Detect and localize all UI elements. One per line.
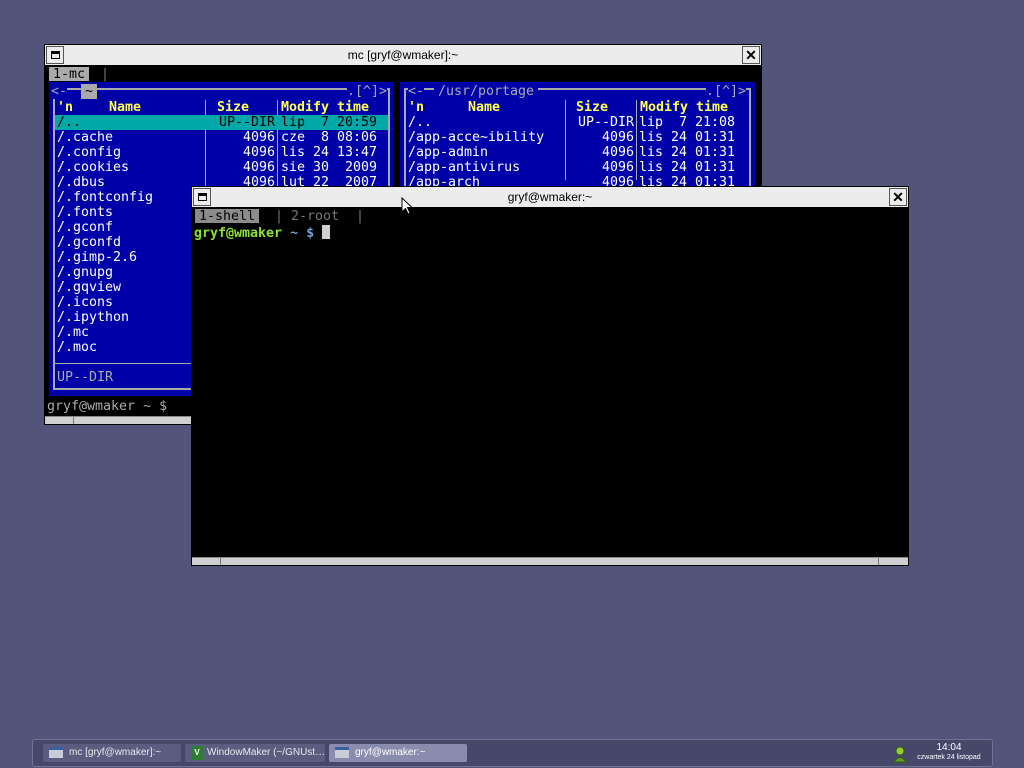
right-panel-path[interactable]: /usr/portage <box>434 84 539 99</box>
task-label: WindowMaker (~/GNUst… <box>207 747 325 758</box>
resize-grip[interactable] <box>878 558 879 565</box>
right-panel-menu[interactable]: .[^]> <box>706 84 747 99</box>
shell-titlebar[interactable]: gryf@wmaker:~ ✕ <box>192 187 908 208</box>
file-time: sie 30 2009 <box>281 160 378 175</box>
mc-command-prompt[interactable]: gryf@wmaker ~ $ <box>47 399 167 414</box>
file-time: lis 24 01:31 <box>639 145 736 160</box>
left-panel-corner: <- <box>51 84 68 99</box>
file-name: /.ipython <box>57 310 130 325</box>
file-size: 4096 <box>242 130 275 145</box>
file-name: /app-admin <box>408 145 489 160</box>
vim-icon: V <box>191 746 203 760</box>
file-name: /.cache <box>57 130 114 145</box>
tab-1-mc[interactable]: 1-mc <box>49 67 90 82</box>
prompt-symbol: $ <box>306 226 315 241</box>
file-size: UP--DIR <box>577 115 634 130</box>
mc-minimize-button[interactable] <box>46 46 64 64</box>
file-name: /.gimp-2.6 <box>57 250 138 265</box>
col-sort-indicator[interactable]: 'n <box>408 100 424 115</box>
right-panel-corner: <- <box>408 84 425 99</box>
clock-time: 14:04 <box>936 742 962 753</box>
task-windowmaker[interactable]: V WindowMaker (~/GNUst… <box>185 744 325 762</box>
tab-separator: | <box>356 209 365 224</box>
mc-tab-bar: 1-mc | <box>45 66 761 82</box>
file-size: 4096 <box>601 145 634 160</box>
file-size: UP--DIR <box>218 115 275 130</box>
shell-prompt-line[interactable]: gryf@wmaker ~ $ <box>194 225 331 241</box>
col-size[interactable]: Size <box>576 100 608 115</box>
close-icon: ✕ <box>745 47 757 63</box>
terminal-icon <box>49 747 63 758</box>
file-name: /.. <box>408 115 433 130</box>
clock-date: czwartek 24 listopad <box>917 754 981 761</box>
file-name: /.. <box>57 115 82 130</box>
col-name[interactable]: Name <box>109 100 141 115</box>
file-name: /.cookies <box>57 160 130 175</box>
file-time: lis 24 13:47 <box>281 145 378 160</box>
col-mtime[interactable]: Modify time <box>281 100 369 115</box>
mc-close-button[interactable]: ✕ <box>742 46 760 64</box>
col-mtime[interactable]: Modify time <box>640 100 728 115</box>
left-panel-path[interactable]: ~ <box>81 84 98 99</box>
file-name: /.moc <box>57 340 98 355</box>
file-name: /.fontconfig <box>57 190 154 205</box>
minimize-icon <box>50 51 60 59</box>
file-name: /.gconfd <box>57 235 122 250</box>
network-status-icon[interactable] <box>891 745 909 763</box>
file-time: cze 8 08:06 <box>281 130 378 145</box>
mouse-pointer-icon <box>401 197 413 215</box>
close-icon: ✕ <box>892 189 904 205</box>
prompt-path: ~ <box>290 226 299 241</box>
file-size: 4096 <box>601 130 634 145</box>
shell-close-button[interactable]: ✕ <box>889 188 907 206</box>
file-time: lip 7 21:08 <box>639 115 736 130</box>
mc-titlebar[interactable]: mc [gryf@wmaker]:~ ✕ <box>45 45 761 66</box>
left-panel-status: UP--DIR <box>57 370 114 385</box>
mc-window-title: mc [gryf@wmaker]:~ <box>347 48 459 62</box>
file-time: lip 7 20:59 <box>281 115 378 130</box>
file-name: /.dbus <box>57 175 106 190</box>
task-label: mc [gryf@wmaker]:~ <box>69 747 162 758</box>
clock[interactable]: 14:04 czwartek 24 listopad <box>911 742 987 762</box>
file-name: /app-antivirus <box>408 160 521 175</box>
left-panel-menu[interactable]: .[^]> <box>347 84 388 99</box>
task-shell[interactable]: gryf@wmaker:~ <box>329 744 467 762</box>
tab-1-shell[interactable]: 1-shell <box>195 209 260 224</box>
minimize-icon <box>197 193 207 201</box>
file-name: /.config <box>57 145 122 160</box>
resize-grip[interactable] <box>220 558 221 565</box>
col-size[interactable]: Size <box>217 100 249 115</box>
prompt-user: gryf@wmaker <box>194 226 283 241</box>
shell-window[interactable]: gryf@wmaker:~ ✕ 1-shell | 2-root | gryf@… <box>191 186 909 566</box>
tab-2-root[interactable]: 2-root <box>291 209 339 224</box>
shell-tab-bar: 1-shell | 2-root | <box>192 208 908 224</box>
file-name: /.gnupg <box>57 265 114 280</box>
shell-minimize-button[interactable] <box>193 188 211 206</box>
shell-resize-bar[interactable] <box>192 557 908 565</box>
taskbar: mc [gryf@wmaker]:~ V WindowMaker (~/GNUs… <box>32 739 993 767</box>
task-label: gryf@wmaker:~ <box>355 747 426 758</box>
file-size: 4096 <box>242 145 275 160</box>
tab-separator: | <box>275 209 284 224</box>
text-cursor <box>322 225 331 239</box>
shell-window-title: gryf@wmaker:~ <box>507 190 593 204</box>
terminal-icon <box>335 747 349 758</box>
file-size: 4096 <box>601 160 634 175</box>
file-name: /.gconf <box>57 220 114 235</box>
file-name: /.gqview <box>57 280 122 295</box>
file-name: /.icons <box>57 295 114 310</box>
resize-grip[interactable] <box>73 417 74 424</box>
col-sort-indicator[interactable]: 'n <box>57 100 73 115</box>
file-name: /app-acce~ibility <box>408 130 545 145</box>
task-mc[interactable]: mc [gryf@wmaker]:~ <box>43 744 181 762</box>
col-name[interactable]: Name <box>468 100 500 115</box>
file-time: lis 24 01:31 <box>639 130 736 145</box>
file-time: lis 24 01:31 <box>639 160 736 175</box>
tab-separator: | <box>101 67 110 82</box>
file-size: 4096 <box>242 160 275 175</box>
file-name: /.fonts <box>57 205 114 220</box>
file-name: /.mc <box>57 325 90 340</box>
